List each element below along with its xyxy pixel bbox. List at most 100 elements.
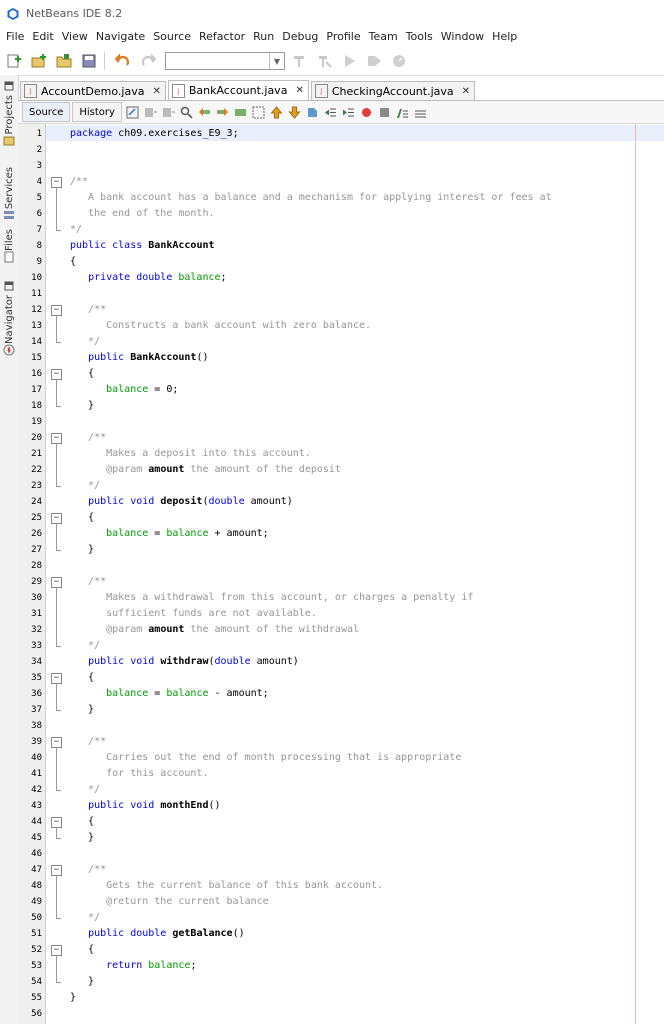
menu-window[interactable]: Window [441, 30, 484, 43]
close-icon[interactable]: ✕ [462, 86, 470, 97]
fold-toggle[interactable]: − [51, 513, 62, 524]
source-view-button[interactable]: Source [22, 102, 71, 122]
fold-toggle[interactable]: − [51, 865, 62, 876]
line-number: 16 [31, 369, 42, 379]
debug-button[interactable] [363, 50, 385, 72]
code-token: amount [148, 624, 185, 635]
fold-toggle[interactable]: − [51, 305, 62, 316]
menu-refactor[interactable]: Refactor [199, 30, 245, 43]
code-token: the amount of the withdrawal [184, 624, 360, 635]
code-token: /** [70, 304, 107, 315]
menu-debug[interactable]: Debug [282, 30, 318, 43]
code-line: /** [70, 862, 106, 878]
code-line: */ [70, 638, 100, 654]
close-icon[interactable]: ✕ [152, 86, 160, 97]
find-next-button[interactable] [216, 105, 230, 119]
side-tab-navigator-label: Navigator [3, 295, 15, 344]
redo-button[interactable] [137, 50, 159, 72]
comment-button[interactable] [396, 105, 410, 119]
menu-source[interactable]: Source [153, 30, 191, 43]
last-edit-button[interactable] [126, 105, 140, 119]
stop-macro-button[interactable] [378, 105, 392, 119]
uncomment-button[interactable] [414, 105, 428, 119]
code-token: Constructs a bank account with zero bala… [70, 320, 372, 331]
line-number: 52 [31, 945, 42, 955]
fold-end [56, 646, 61, 647]
code-line: */ [70, 478, 100, 494]
profile-button[interactable] [388, 50, 410, 72]
build-button[interactable] [288, 50, 310, 72]
line-number: 20 [31, 433, 42, 443]
line-number: 56 [31, 1009, 42, 1019]
menu-team[interactable]: Team [369, 30, 398, 43]
menu-edit[interactable]: Edit [32, 30, 53, 43]
code-editor[interactable]: package ch09.exercises_E9_3; /** A bank a… [70, 124, 664, 1024]
fold-guide [56, 444, 57, 486]
code-line: private double balance; [70, 270, 227, 286]
code-token: balance [106, 688, 149, 699]
line-number: 38 [31, 721, 42, 731]
fold-toggle[interactable]: − [51, 817, 62, 828]
clean-build-button[interactable] [313, 50, 335, 72]
fold-toggle[interactable]: − [51, 177, 62, 188]
menu-navigate[interactable]: Navigate [96, 30, 145, 43]
forward-button[interactable] [162, 105, 176, 119]
menu-run[interactable]: Run [253, 30, 274, 43]
tab-checkingaccount[interactable]: J CheckingAccount.java ✕ [310, 81, 476, 100]
open-project-button[interactable] [53, 50, 75, 72]
tab-label: CheckingAccount.java [331, 84, 454, 98]
fold-toggle[interactable]: − [51, 673, 62, 684]
menu-view[interactable]: View [62, 30, 88, 43]
side-tab-projects[interactable]: Projects [0, 81, 18, 146]
fold-toggle[interactable]: − [51, 433, 62, 444]
menu-file[interactable]: File [6, 30, 24, 43]
save-all-button[interactable] [78, 50, 100, 72]
side-tab-services[interactable]: Services [0, 163, 18, 221]
menu-help[interactable]: Help [492, 30, 517, 43]
menu-profile[interactable]: Profile [326, 30, 360, 43]
code-token: () [208, 800, 221, 811]
find-previous-button[interactable] [198, 105, 212, 119]
side-tab-files[interactable]: Files [0, 225, 18, 263]
toggle-bookmark-button[interactable] [306, 105, 320, 119]
rectangular-select-button[interactable] [252, 105, 266, 119]
code-line: Carries out the end of month processing … [70, 750, 461, 766]
find-button[interactable] [180, 105, 194, 119]
close-icon[interactable]: ✕ [295, 85, 303, 96]
code-line: { [70, 254, 76, 270]
shift-left-button[interactable] [324, 105, 338, 119]
line-number: 28 [31, 561, 42, 571]
code-line: balance = balance - amount; [70, 686, 269, 702]
next-bookmark-button[interactable] [288, 105, 302, 119]
shift-right-button[interactable] [342, 105, 356, 119]
start-macro-button[interactable] [360, 105, 374, 119]
fold-toggle[interactable]: − [51, 369, 62, 380]
new-project-button[interactable] [28, 50, 50, 72]
run-button[interactable] [338, 50, 360, 72]
last-edit-icon [126, 106, 139, 118]
side-tab-navigator[interactable]: Navigator [0, 281, 18, 356]
fold-toggle[interactable]: − [51, 577, 62, 588]
toggle-highlight-button[interactable] [234, 105, 248, 119]
configuration-select[interactable]: ▼ [165, 52, 285, 70]
fold-toggle[interactable]: − [51, 737, 62, 748]
history-view-button[interactable]: History [72, 102, 122, 122]
title-bar: NetBeans IDE 8.2 [0, 0, 664, 27]
save-all-icon [82, 54, 96, 68]
tab-bankaccount[interactable]: J BankAccount.java ✕ [167, 80, 309, 100]
fold-toggle[interactable]: − [51, 945, 62, 956]
undo-button[interactable] [112, 50, 134, 72]
code-token: = [148, 528, 167, 539]
new-file-button[interactable] [3, 50, 25, 72]
code-line: Makes a withdrawal from this account, or… [70, 590, 473, 606]
code-line: /** [70, 574, 106, 590]
tab-accountdemo[interactable]: J AccountDemo.java ✕ [20, 81, 166, 100]
back-button[interactable] [144, 105, 158, 119]
menu-tools[interactable]: Tools [406, 30, 433, 43]
code-token: public void [88, 656, 161, 667]
code-token: amount) [250, 656, 299, 667]
code-line: sufficient funds are not available. [70, 606, 317, 622]
previous-bookmark-button[interactable] [270, 105, 284, 119]
